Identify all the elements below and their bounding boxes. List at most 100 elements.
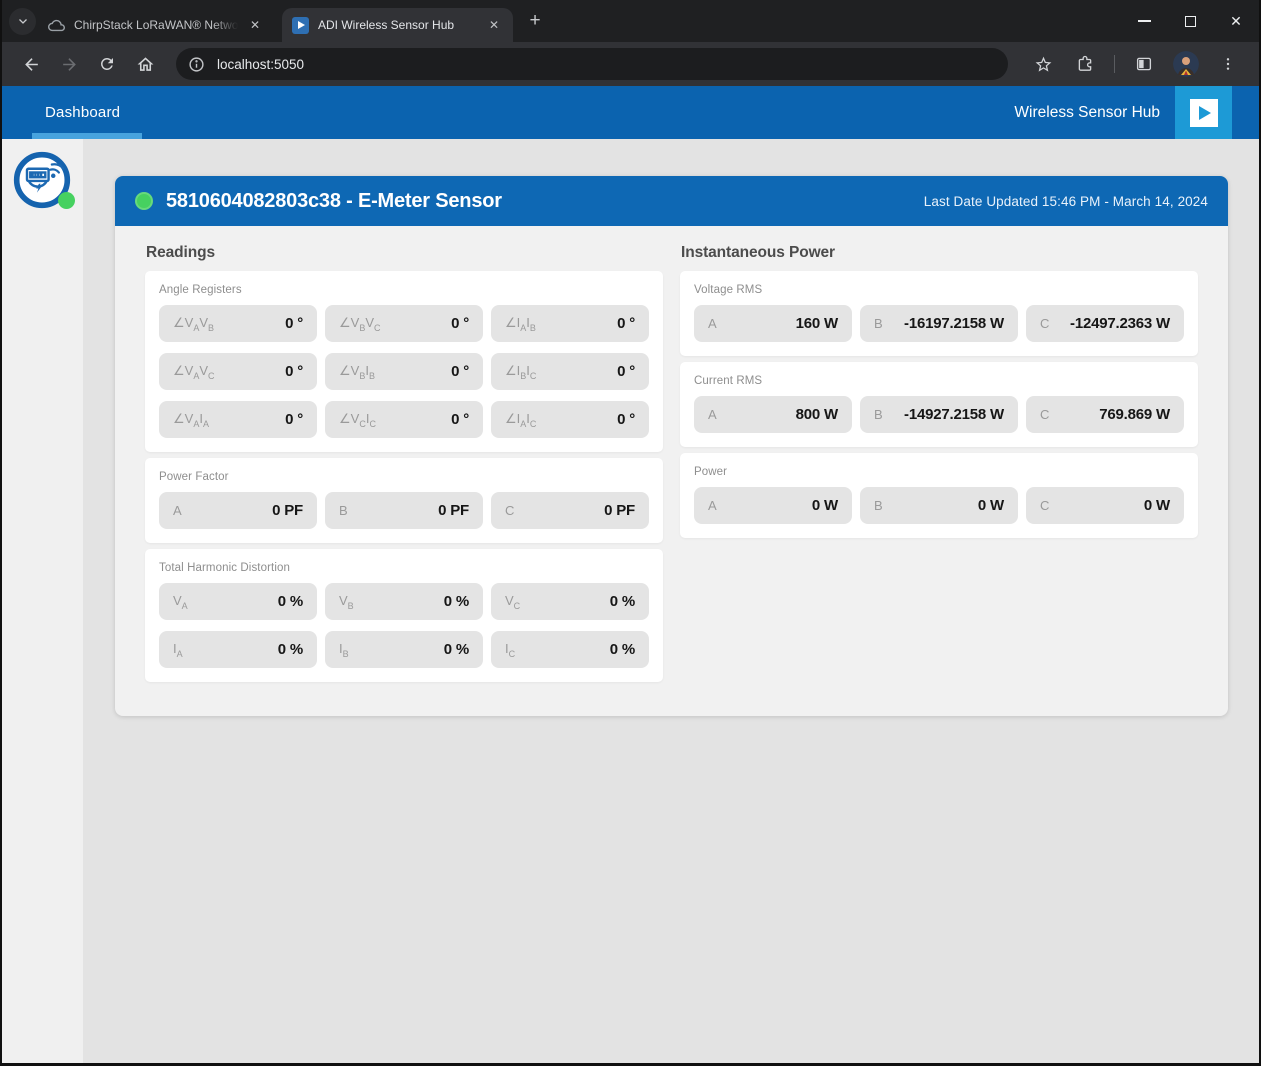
pill-label: B	[339, 503, 348, 518]
device-sidebar	[2, 139, 83, 1063]
reload-icon	[98, 55, 116, 73]
pill-label: B	[874, 498, 883, 513]
panel-columns: Readings Angle Registers∠VAVB0 °∠VBVC0 °…	[115, 226, 1228, 702]
device-status-dot	[58, 192, 75, 209]
extensions-button[interactable]	[1068, 47, 1102, 81]
pill-value: 0 W	[812, 497, 838, 514]
metric-grid: A0 PFB0 PFC0 PF	[159, 492, 649, 529]
device-header: 5810604082803c38 - E-Meter Sensor Last D…	[115, 176, 1228, 226]
bookmark-button[interactable]	[1026, 47, 1060, 81]
back-button[interactable]	[14, 47, 48, 81]
star-icon	[1034, 55, 1053, 74]
pill-value: 0 W	[978, 497, 1004, 514]
main-content: 5810604082803c38 - E-Meter Sensor Last D…	[83, 139, 1259, 1063]
close-tab-icon[interactable]: ✕	[246, 16, 264, 34]
pill-label: A	[708, 407, 717, 422]
chevron-down-icon	[17, 15, 29, 27]
adi-logo-square	[1190, 99, 1218, 127]
toolbar-right	[1022, 47, 1249, 81]
pill-value: 0 °	[617, 363, 635, 380]
page-body: 5810604082803c38 - E-Meter Sensor Last D…	[2, 139, 1259, 1063]
pill-label: VB	[339, 593, 354, 611]
angle-registers-pill: ∠IAIC0 °	[491, 401, 649, 438]
sidebar-item-emeter-sensor[interactable]	[12, 150, 72, 210]
angle-registers-pill: ∠VBIB0 °	[325, 353, 483, 390]
home-button[interactable]	[128, 47, 162, 81]
pill-value: 0 °	[617, 411, 635, 428]
total-harmonic-distortion-card: Total Harmonic DistortionVA0 %VB0 %VC0 %…	[145, 549, 663, 682]
forward-icon	[60, 55, 79, 74]
tab-adi-wireless-sensor-hub[interactable]: ADI Wireless Sensor Hub ✕	[282, 8, 513, 42]
total-harmonic-distortion-pill: VB0 %	[325, 583, 483, 620]
pill-label: ∠IAIB	[505, 315, 536, 333]
tab-search-button[interactable]	[9, 8, 36, 35]
nav-item-dashboard[interactable]: Dashboard	[45, 104, 120, 121]
pill-value: 160 W	[796, 315, 838, 332]
pill-value: 0 °	[285, 411, 303, 428]
browser-menu-button[interactable]	[1211, 47, 1245, 81]
pill-value: -14927.2158 W	[904, 406, 1004, 423]
instantaneous-power-cards: Voltage RMS A 160 W B-16197.2158 WC-12497.2…	[680, 271, 1198, 538]
sensor-panel: 5810604082803c38 - E-Meter Sensor Last D…	[115, 176, 1228, 716]
angle-registers-pill: ∠VCIC0 °	[325, 401, 483, 438]
pill-label: ∠VBVC	[339, 315, 381, 333]
angle-registers-pill: ∠IAIB 0 °	[491, 305, 649, 342]
pill-label: C	[1040, 316, 1049, 331]
tab-chirpstack[interactable]: ChirpStack LoRaWAN® Networ ✕	[38, 8, 274, 42]
close-window-button[interactable]: ✕	[1213, 0, 1259, 42]
power-pill: A0 W	[694, 487, 852, 524]
puzzle-icon	[1076, 55, 1094, 73]
card-label: Voltage RMS	[694, 284, 1184, 296]
voltage-rms-pill: C-12497.2363 W	[1026, 305, 1184, 342]
metric-grid: A0 WB0 WC0 W	[694, 487, 1184, 524]
last-updated-text: Last Date Updated 15:46 PM - March 14, 2…	[924, 194, 1208, 209]
angle-registers-pill: ∠VAVC0 °	[159, 353, 317, 390]
tab-title: ChirpStack LoRaWAN® Networ	[74, 18, 238, 32]
pill-label: IB	[339, 641, 349, 659]
brand-title: Wireless Sensor Hub	[1014, 104, 1160, 122]
adi-play-icon	[292, 17, 309, 34]
pill-label: VC	[505, 593, 520, 611]
pill-label: IC	[505, 641, 515, 659]
pill-label: B	[874, 407, 883, 422]
close-tab-icon[interactable]: ✕	[485, 16, 503, 34]
side-panel-button[interactable]	[1127, 47, 1161, 81]
site-info-icon[interactable]	[188, 56, 205, 73]
pill-value: 0 °	[451, 315, 469, 332]
kebab-menu-icon	[1220, 56, 1236, 72]
profile-avatar[interactable]	[1173, 51, 1199, 77]
instantaneous-power-title: Instantaneous Power	[681, 244, 1198, 262]
back-icon	[22, 55, 41, 74]
pill-value: 0 %	[610, 641, 635, 658]
pill-label: IA	[173, 641, 183, 659]
total-harmonic-distortion-pill: IB0 %	[325, 631, 483, 668]
pill-value: 0 PF	[272, 502, 303, 519]
pill-value: 0 °	[285, 315, 303, 332]
pill-label: ∠VBIB	[339, 363, 375, 381]
power-card: PowerA0 WB0 WC0 W	[680, 453, 1198, 538]
pill-value: 0 PF	[604, 502, 635, 519]
card-label: Total Harmonic Distortion	[159, 562, 649, 574]
new-tab-button[interactable]: +	[521, 7, 549, 35]
voltage-rms-pill: B-16197.2158 W	[860, 305, 1018, 342]
pill-label: ∠IBIC	[505, 363, 536, 381]
forward-button[interactable]	[52, 47, 86, 81]
angle-registers-card: Angle Registers∠VAVB0 °∠VBVC0 °∠IAIB0 °∠…	[145, 271, 663, 452]
url-text[interactable]: localhost:5050	[217, 57, 304, 72]
card-label: Power	[694, 466, 1184, 478]
reload-button[interactable]	[90, 47, 124, 81]
power-factor-pill: B0 PF	[325, 492, 483, 529]
current-rms-pill: B -14927.2158 W	[860, 396, 1018, 433]
address-bar[interactable]: localhost:5050	[176, 48, 1008, 80]
pill-label: B	[874, 316, 883, 331]
adi-logo[interactable]	[1175, 86, 1232, 139]
minimize-button[interactable]	[1121, 0, 1167, 42]
voltage-rms-card: Voltage RMS A 160 W B-16197.2158 WC-12497.2…	[680, 271, 1198, 356]
maximize-icon	[1185, 16, 1196, 27]
pill-label: A	[708, 316, 717, 331]
pill-label: ∠VAVC	[173, 363, 215, 381]
angle-registers-pill: ∠VAIA0 °	[159, 401, 317, 438]
pill-value: 0 W	[1144, 497, 1170, 514]
pill-value: 0 °	[617, 315, 635, 332]
maximize-button[interactable]	[1167, 0, 1213, 42]
